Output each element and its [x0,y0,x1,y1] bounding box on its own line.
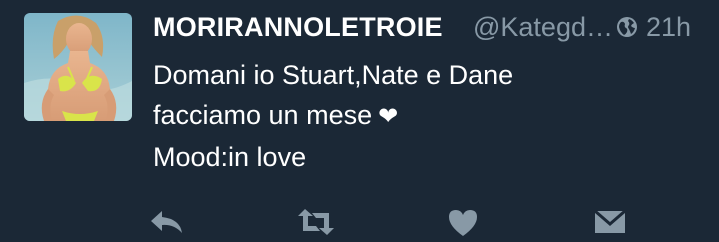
tweet-header: MORIRANNOLETROIE @Kategd… 21h [153,10,713,46]
tweet-line: Domani io Stuart,Nate e Dane [153,60,514,90]
globe-icon [617,17,637,37]
heart-icon[interactable] [443,205,483,239]
tweet-text: Domani io Stuart,Nate e Dane facciamo un… [153,55,693,177]
user-handle[interactable]: @Kategd… [473,10,613,44]
reply-icon[interactable] [148,205,188,239]
tweet-line: facciamo un mese ❤ [153,95,693,137]
avatar[interactable] [24,13,132,121]
envelope-icon[interactable] [590,205,630,239]
avatar-image [24,13,132,121]
heart-emoji: ❤ [378,103,399,130]
tweet-line: Mood:in love [153,142,307,172]
display-name[interactable]: MORIRANNOLETROIE [153,10,443,44]
tweet-timestamp[interactable]: 21h [646,10,691,44]
tweet-card[interactable]: MORIRANNOLETROIE @Kategd… 21h Domani io … [0,0,719,242]
tweet-line-text: facciamo un mese [153,100,373,130]
retweet-icon[interactable] [296,205,336,239]
